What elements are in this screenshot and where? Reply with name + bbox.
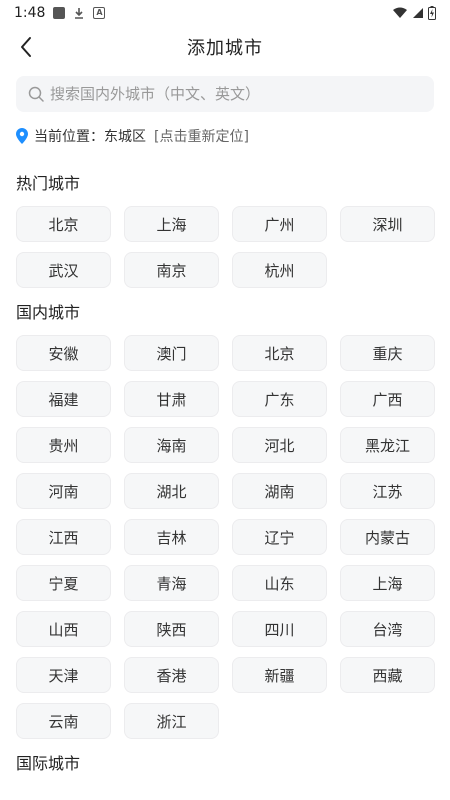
domestic-city-button[interactable]: 吉林 (124, 519, 219, 555)
search-box[interactable] (16, 76, 434, 112)
domestic-city-button[interactable]: 内蒙古 (340, 519, 435, 555)
relocate-link[interactable]: [点击重新定位] (154, 126, 249, 146)
domestic-city-button[interactable]: 陕西 (124, 611, 219, 647)
domestic-city-button[interactable]: 西藏 (340, 657, 435, 693)
download-icon (75, 8, 84, 19)
hot-cities-title: 热门城市 (16, 174, 81, 193)
domestic-city-button[interactable]: 河北 (232, 427, 327, 463)
domestic-city-button[interactable]: 上海 (340, 565, 435, 601)
domestic-city-button[interactable]: 云南 (16, 703, 111, 739)
hot-city-button[interactable]: 杭州 (232, 252, 327, 288)
domestic-cities-title: 国内城市 (16, 303, 81, 322)
domestic-city-button[interactable]: 湖南 (232, 473, 327, 509)
status-time: 1:48 (14, 5, 46, 21)
hot-city-button[interactable]: 武汉 (16, 252, 111, 288)
international-cities-title: 国际城市 (16, 754, 81, 773)
domestic-city-button[interactable]: 福建 (16, 381, 111, 417)
domestic-city-button[interactable]: 甘肃 (124, 381, 219, 417)
location-pin-icon (16, 128, 28, 144)
notification-app-icon (53, 7, 66, 19)
domestic-city-button[interactable]: 宁夏 (16, 565, 111, 601)
battery-icon (428, 6, 436, 20)
hot-city-button[interactable]: 南京 (124, 252, 219, 288)
domestic-city-button[interactable]: 广西 (340, 381, 435, 417)
hot-city-button[interactable]: 北京 (16, 206, 111, 242)
back-button[interactable] (10, 31, 42, 63)
domestic-city-button[interactable]: 青海 (124, 565, 219, 601)
hot-city-button[interactable]: 广州 (232, 206, 327, 242)
domestic-city-button[interactable]: 新疆 (232, 657, 327, 693)
domestic-city-button[interactable]: 北京 (232, 335, 327, 371)
domestic-city-button[interactable]: 澳门 (124, 335, 219, 371)
accessibility-app-icon: A (93, 7, 106, 19)
domestic-city-button[interactable]: 江苏 (340, 473, 435, 509)
location-city: 东城区 (104, 129, 146, 145)
hot-cities-grid: 北京 上海 广州 深圳 武汉 南京 杭州 (0, 206, 450, 288)
search-icon (28, 86, 44, 102)
location-label: 当前位置： (34, 129, 104, 145)
search-wrapper (0, 68, 450, 112)
domestic-city-button[interactable]: 香港 (124, 657, 219, 693)
status-right (392, 6, 436, 20)
domestic-city-button[interactable]: 江西 (16, 519, 111, 555)
domestic-city-button[interactable]: 辽宁 (232, 519, 327, 555)
domestic-city-button[interactable]: 黑龙江 (340, 427, 435, 463)
domestic-city-button[interactable]: 四川 (232, 611, 327, 647)
domestic-city-button[interactable]: 安徽 (16, 335, 111, 371)
status-bar: 1:48 A (0, 0, 450, 26)
hot-city-button[interactable]: 上海 (124, 206, 219, 242)
domestic-city-button[interactable]: 天津 (16, 657, 111, 693)
chevron-left-icon (21, 37, 31, 57)
domestic-city-button[interactable]: 广东 (232, 381, 327, 417)
signal-icon (413, 8, 423, 18)
wifi-icon (393, 7, 407, 18)
domestic-city-button[interactable]: 贵州 (16, 427, 111, 463)
domestic-city-button[interactable]: 河南 (16, 473, 111, 509)
current-location-row: 当前位置： 东城区 [点击重新定位] (0, 125, 450, 147)
domestic-city-button[interactable]: 重庆 (340, 335, 435, 371)
domestic-city-button[interactable]: 浙江 (124, 703, 219, 739)
header: 添加城市 (0, 26, 450, 68)
hot-city-button[interactable]: 深圳 (340, 206, 435, 242)
domestic-city-button[interactable]: 湖北 (124, 473, 219, 509)
status-left: 1:48 A (14, 5, 106, 21)
page-title: 添加城市 (187, 38, 263, 59)
domestic-city-button[interactable]: 山西 (16, 611, 111, 647)
search-input[interactable] (50, 85, 422, 103)
domestic-city-button[interactable]: 海南 (124, 427, 219, 463)
domestic-cities-grid: 安徽 澳门 北京 重庆 福建 甘肃 广东 广西 贵州 海南 河北 黑龙江 河南 … (0, 335, 450, 739)
domestic-city-button[interactable]: 台湾 (340, 611, 435, 647)
domestic-city-button[interactable]: 山东 (232, 565, 327, 601)
